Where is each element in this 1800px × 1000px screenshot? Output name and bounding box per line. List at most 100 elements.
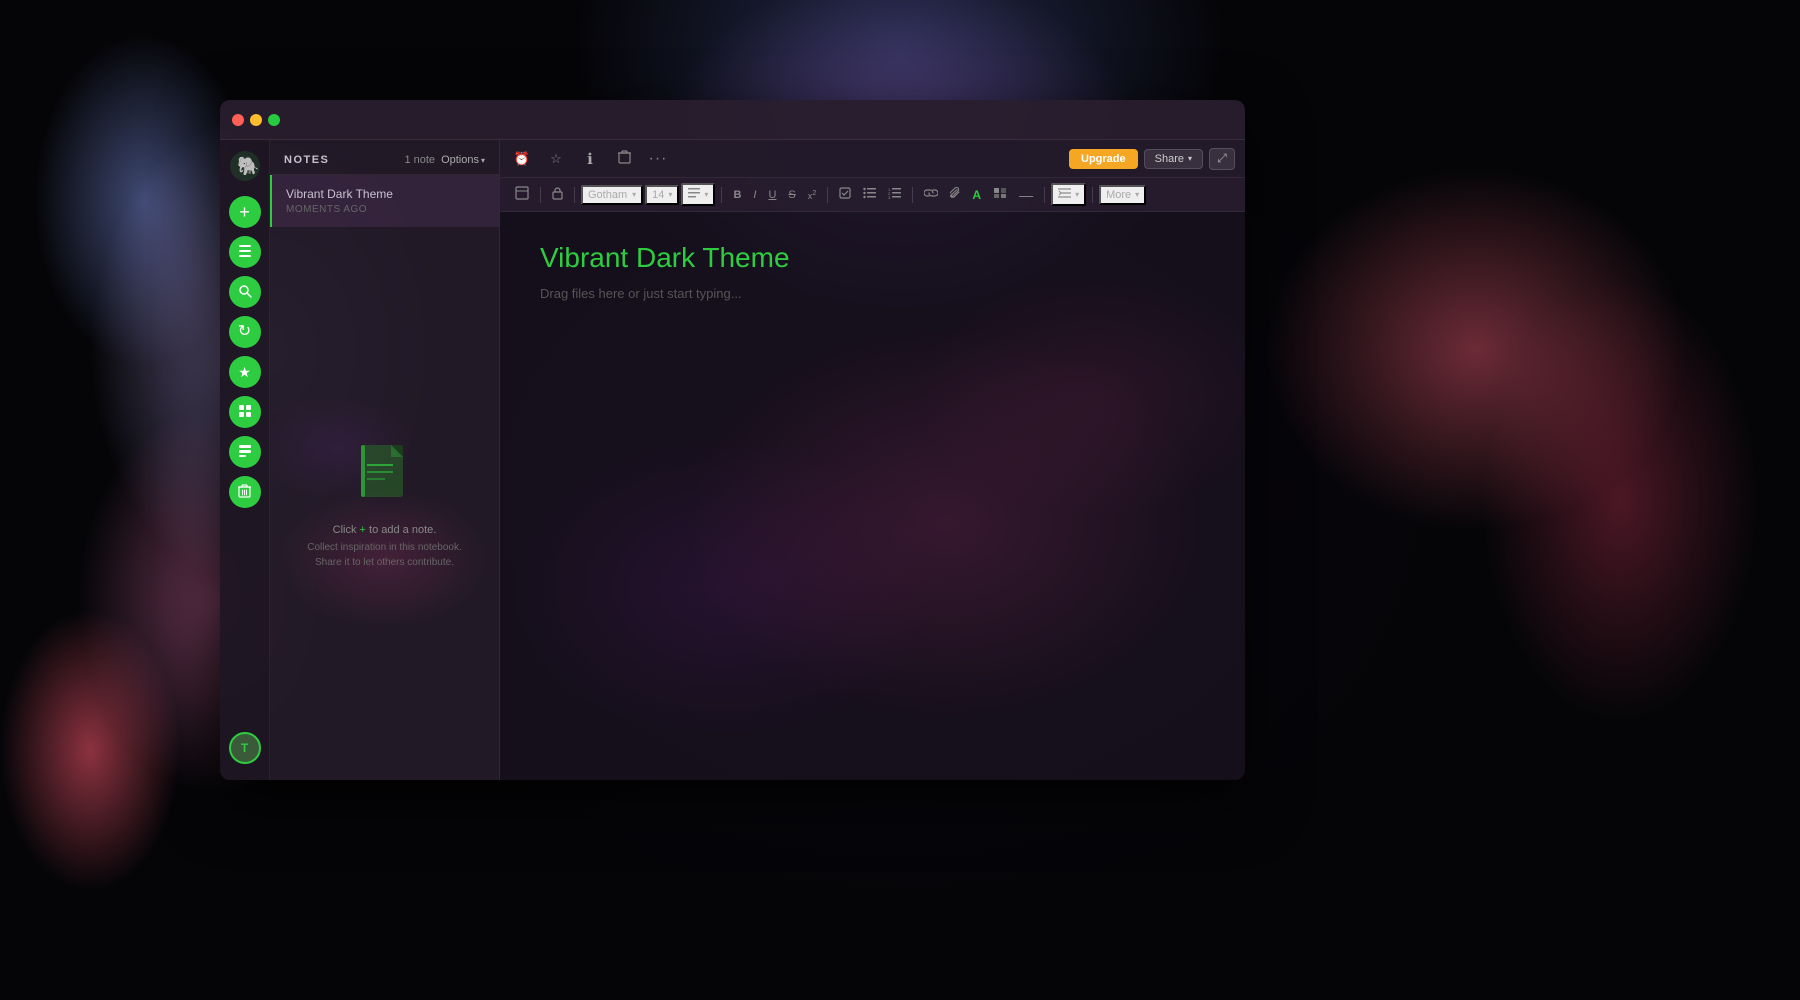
app-body: 🐘 + — [220, 140, 1245, 780]
font-size-dropdown[interactable]: 14 ▾ — [645, 185, 679, 205]
new-note-button[interactable]: + — [229, 196, 261, 228]
note-item-timestamp: MOMENTS AGO — [286, 204, 485, 215]
chevron-down-icon-more: ▾ — [1135, 190, 1139, 199]
info-icon: ℹ — [587, 150, 593, 168]
notes-list-header: NOTES 1 note Options ▾ — [270, 140, 499, 175]
note-placeholder: Drag files here or just start typing... — [540, 286, 1205, 301]
highlight-button[interactable]: A — [967, 184, 986, 206]
search-button[interactable] — [229, 276, 261, 308]
paragraph-icon — [688, 187, 700, 202]
paragraph-dropdown[interactable]: ▾ — [681, 183, 715, 206]
italic-label: I — [753, 189, 756, 201]
share-button[interactable]: Share ▾ — [1144, 149, 1203, 169]
format-divider-5 — [912, 187, 913, 203]
notes-count: 1 note — [404, 154, 435, 166]
evernote-logo[interactable]: 🐘 — [229, 150, 261, 182]
lock-button[interactable] — [547, 184, 568, 206]
close-button[interactable] — [232, 114, 244, 126]
chevron-down-icon-font: ▾ — [632, 190, 636, 199]
format-divider-3 — [721, 187, 722, 203]
editor-toolbar: ⏰ ☆ ℹ — [500, 140, 1245, 178]
notes-empty-area: Click + to add a note. Collect inspirati… — [270, 227, 499, 780]
highlight-icon: A — [972, 188, 981, 202]
info-button[interactable]: ℹ — [578, 147, 602, 171]
note-title: Vibrant Dark Theme — [540, 242, 1205, 274]
bullet-list-button[interactable] — [858, 184, 881, 206]
notes-panel: NOTES 1 note Options ▾ Vibrant Dark Them… — [270, 140, 500, 780]
empty-state-main-text: Click + to add a note. — [333, 524, 437, 536]
font-size-label: 14 — [652, 189, 664, 201]
upgrade-button[interactable]: Upgrade — [1069, 149, 1138, 169]
note-view-icon — [515, 186, 529, 203]
minimize-button[interactable] — [250, 114, 262, 126]
chevron-down-icon: ▾ — [481, 156, 485, 165]
strikethrough-label: S — [788, 189, 795, 201]
sync-button[interactable]: ↻ — [229, 316, 261, 348]
link-button[interactable] — [919, 184, 943, 206]
font-dropdown[interactable]: Gotham ▾ — [581, 185, 643, 205]
tags-icon — [238, 444, 252, 460]
more-options-button[interactable]: ··· — [646, 147, 670, 171]
lock-icon — [552, 187, 563, 203]
note-item-title: Vibrant Dark Theme — [286, 187, 485, 201]
font-name-label: Gotham — [588, 189, 627, 201]
numbered-list-button[interactable]: 1. 2. 3. — [883, 184, 906, 206]
format-divider-4 — [827, 187, 828, 203]
starred-button[interactable]: ★ — [229, 356, 261, 388]
traffic-lights — [232, 114, 280, 126]
notebooks-button[interactable] — [229, 236, 261, 268]
options-button[interactable]: Options ▾ — [441, 154, 485, 166]
empty-state-sub-text: Collect inspiration in this notebook. Sh… — [307, 540, 462, 570]
format-divider-1 — [540, 187, 541, 203]
delete-note-button[interactable] — [612, 147, 636, 171]
indent-dropdown[interactable]: ▾ — [1051, 183, 1086, 206]
underline-label: U — [768, 189, 776, 201]
trash-icon — [238, 484, 251, 500]
notes-count-options: 1 note Options ▾ — [404, 154, 485, 166]
format-divider-2 — [574, 187, 575, 203]
avatar-label: T — [241, 741, 248, 755]
trash-button[interactable] — [229, 476, 261, 508]
more-format-dropdown[interactable]: More ▾ — [1099, 185, 1146, 205]
star-button[interactable]: ☆ — [544, 147, 568, 171]
superscript-button[interactable]: x2 — [803, 184, 822, 206]
fullscreen-button[interactable]: ⤢ — [1209, 148, 1235, 170]
divider-line-button[interactable]: — — [1014, 184, 1038, 206]
plus-icon: + — [239, 203, 250, 221]
editor-content[interactable]: Vibrant Dark Theme Drag files here or ju… — [500, 212, 1245, 780]
chevron-down-icon-para: ▾ — [704, 190, 708, 199]
star-icon-toolbar: ☆ — [550, 151, 562, 167]
attachment-icon — [950, 186, 960, 203]
reminder-icon: ⏰ — [514, 151, 530, 167]
sync-icon: ↻ — [238, 324, 251, 340]
checkbox-icon — [839, 187, 851, 202]
shortcuts-icon — [238, 404, 252, 420]
tags-button[interactable] — [229, 436, 261, 468]
italic-button[interactable]: I — [748, 184, 761, 206]
notes-panel-title: NOTES — [284, 154, 329, 166]
maximize-button[interactable] — [268, 114, 280, 126]
underline-button[interactable]: U — [763, 184, 781, 206]
attachment-button[interactable] — [945, 184, 965, 206]
bold-button[interactable]: B — [728, 184, 746, 206]
strikethrough-button[interactable]: S — [783, 184, 800, 206]
options-label: Options — [441, 154, 479, 166]
empty-state-icon — [355, 437, 415, 512]
note-view-button[interactable] — [510, 184, 534, 206]
chevron-down-icon-share: ▾ — [1188, 154, 1192, 163]
user-avatar[interactable]: T — [229, 732, 261, 764]
shortcuts-button[interactable] — [229, 396, 261, 428]
more-format-label: More — [1106, 189, 1131, 201]
indent-icon — [1058, 187, 1071, 202]
more-icon: ··· — [649, 150, 668, 168]
reminder-button[interactable]: ⏰ — [510, 147, 534, 171]
color-picker-button[interactable] — [988, 184, 1012, 206]
checkbox-button[interactable] — [834, 184, 856, 206]
note-list-item[interactable]: Vibrant Dark Theme MOMENTS AGO — [270, 175, 499, 227]
search-icon — [238, 284, 252, 300]
toolbar-right: Upgrade Share ▾ ⤢ — [1069, 148, 1235, 170]
star-icon: ★ — [238, 365, 251, 379]
numbered-list-icon: 1. 2. 3. — [888, 187, 901, 202]
divider-line-icon: — — [1019, 187, 1033, 203]
link-icon — [924, 188, 938, 201]
